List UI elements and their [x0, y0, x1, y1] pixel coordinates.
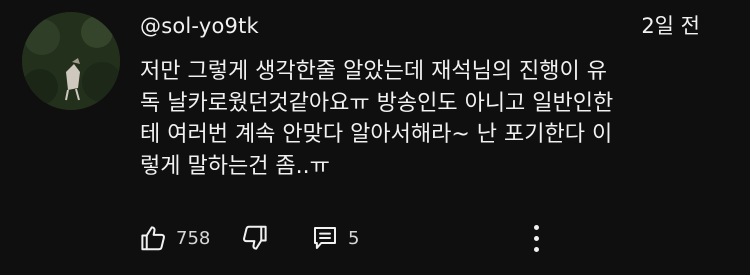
comment-text-line: 테 여러번 계속 안맞다 알아서해라~ 난 포기한다 이	[140, 122, 613, 147]
comment-actions: 758 5	[138, 218, 698, 258]
reply-button[interactable]: 5	[310, 218, 359, 258]
comment-timestamp[interactable]: 2일 전	[641, 12, 700, 40]
comment: @sol-yo9tk 2일 전 저만 그렇게 생각한줄 알았는데 재석님의 진행…	[0, 0, 750, 275]
more-vertical-icon[interactable]	[526, 218, 546, 258]
comment-text-line: 저만 그렇게 생각한줄 알았는데 재석님의 진행이 유	[140, 59, 608, 84]
like-button[interactable]: 758	[138, 218, 210, 258]
comment-author[interactable]: @sol-yo9tk	[140, 12, 259, 40]
comment-icon	[314, 227, 336, 249]
like-count: 758	[176, 227, 211, 249]
thumbs-up-icon	[141, 226, 165, 251]
comment-text-line: 독 날카로웠던것같아요ㅠ 방송인도 아니고 일반인한	[140, 90, 614, 116]
more-dot	[533, 246, 539, 252]
more-dot	[533, 224, 539, 230]
comment-text-line: 렇게 말하는건 좀..ㅠ	[140, 153, 330, 179]
dislike-button[interactable]	[240, 218, 270, 258]
avatar-image	[22, 12, 120, 110]
reply-count: 5	[348, 227, 360, 249]
comment-text: 저만 그렇게 생각한줄 알았는데 재석님의 진행이 유 독 날카로웠던것같아요ㅠ…	[140, 56, 720, 182]
more-dot	[533, 235, 539, 241]
thumbs-down-icon	[243, 225, 267, 250]
avatar[interactable]	[22, 12, 120, 110]
